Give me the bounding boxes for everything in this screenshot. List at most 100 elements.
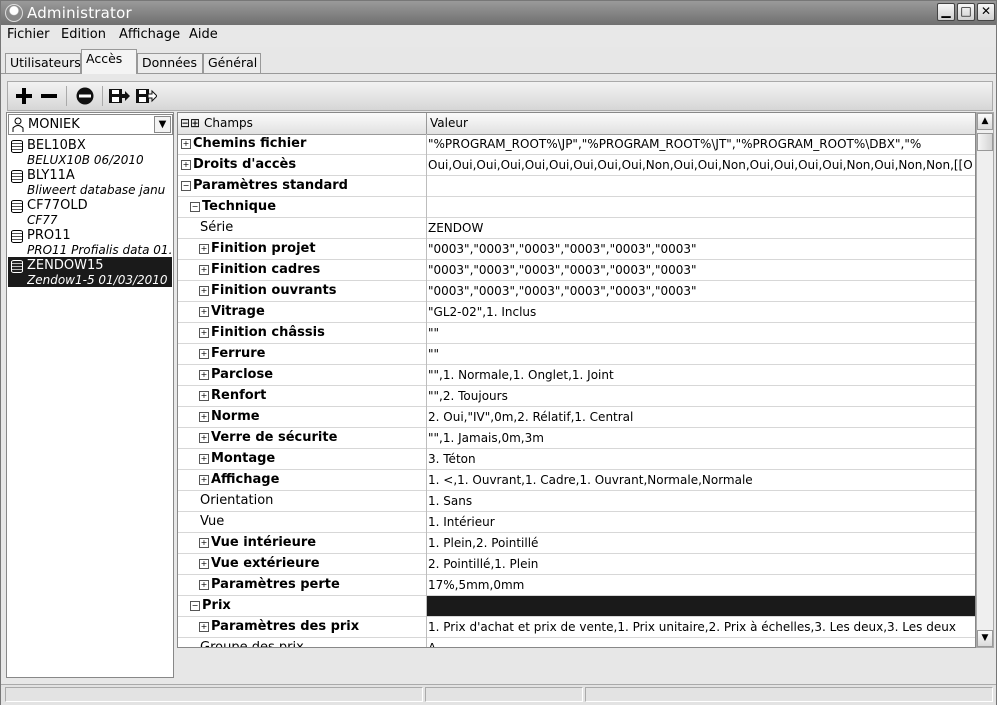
table-row[interactable]: + Finition projet "0003","0003","0003","00… <box>178 239 975 260</box>
table-row[interactable]: Vue 1. Intérieur <box>178 512 975 533</box>
expand-icon[interactable]: + <box>199 559 209 569</box>
expand-icon[interactable]: + <box>199 244 209 254</box>
table-row[interactable]: + Norme 2. Oui,"IV",0m,2. Rélatif,1. Centr… <box>178 407 975 428</box>
table-row[interactable]: Groupe des prix A <box>178 638 975 647</box>
database-item[interactable]: BLY11A Bliweert database janu <box>8 167 172 197</box>
tab-donnees[interactable]: Données <box>137 53 203 73</box>
table-row[interactable]: + Finition châssis "" <box>178 323 975 344</box>
table-row[interactable]: + Montage 3. Téton <box>178 449 975 470</box>
minimize-button[interactable]: ▁ <box>937 3 955 21</box>
table-row[interactable]: Série ZENDOW <box>178 218 975 239</box>
database-item[interactable]: PRO11 PRO11 Profialis data 01. <box>8 227 172 257</box>
value-cell[interactable]: 1. Sans <box>428 494 973 508</box>
value-cell[interactable]: "0003","0003","0003","0003","0003","0003… <box>428 284 973 298</box>
value-cell[interactable]: 2. Pointillé,1. Plein <box>428 557 973 571</box>
menu-fichier[interactable]: Fichier <box>7 27 50 42</box>
table-row[interactable]: + Verre de sécurite "",1. Jamais,0m,3m <box>178 428 975 449</box>
table-row[interactable]: Orientation 1. Sans <box>178 491 975 512</box>
remove-button[interactable] <box>38 86 60 106</box>
expand-icon[interactable]: + <box>199 412 209 422</box>
scroll-down-button[interactable]: ▼ <box>977 630 993 647</box>
scroll-up-button[interactable]: ▲ <box>977 113 993 130</box>
database-item[interactable]: CF77OLD CF77 <box>8 197 172 227</box>
tab-utilisateurs[interactable]: Utilisateurs <box>5 53 81 73</box>
expand-icon[interactable]: + <box>181 139 191 149</box>
value-cell[interactable]: "",1. Normale,1. Onglet,1. Joint <box>428 368 973 382</box>
vertical-scrollbar[interactable]: ▲ ▼ <box>976 112 994 648</box>
scroll-thumb[interactable] <box>977 133 993 151</box>
title-bar[interactable]: Administrator ▁ □ ✕ <box>1 1 996 25</box>
menu-affichage[interactable]: Affichage <box>119 27 180 42</box>
menu-aide[interactable]: Aide <box>189 27 218 42</box>
value-cell[interactable]: "0003","0003","0003","0003","0003","0003… <box>428 263 973 277</box>
value-cell[interactable]: "GL2-02",1. Inclus <box>428 305 973 319</box>
column-header-champs[interactable]: Champs <box>204 116 253 130</box>
chevron-down-icon[interactable]: ▼ <box>154 116 171 133</box>
expand-icon[interactable]: + <box>199 286 209 296</box>
table-row[interactable]: + Finition cadres "0003","0003","0003","00… <box>178 260 975 281</box>
expand-icon[interactable]: + <box>199 265 209 275</box>
expand-icon[interactable]: + <box>199 391 209 401</box>
expand-icon[interactable]: + <box>199 328 209 338</box>
table-row[interactable]: + Parclose "",1. Normale,1. Onglet,1. Join… <box>178 365 975 386</box>
tab-general[interactable]: Général <box>203 53 261 73</box>
expand-icon[interactable]: + <box>199 475 209 485</box>
selected-value-cell[interactable] <box>427 596 975 616</box>
value-cell[interactable]: "0003","0003","0003","0003","0003","0003… <box>428 242 973 256</box>
value-cell[interactable]: 1. Plein,2. Pointillé <box>428 536 973 550</box>
value-cell[interactable]: 3. Téton <box>428 452 973 466</box>
value-cell[interactable]: 1. Prix d'achat et prix de vente,1. Prix… <box>428 620 973 634</box>
table-row[interactable]: + Ferrure "" <box>178 344 975 365</box>
database-item[interactable]: BEL10BX BELUX10B 06/2010 <box>8 137 172 167</box>
expand-icon[interactable]: + <box>199 349 209 359</box>
expand-icon[interactable]: + <box>199 580 209 590</box>
database-item[interactable]: ZENDOW15 Zendow1-5 01/03/2010 <box>8 257 172 287</box>
value-cell[interactable]: "%PROGRAM_ROOT%\JP","%PROGRAM_ROOT%\JT",… <box>428 137 973 151</box>
collapse-icon[interactable]: − <box>190 202 200 212</box>
value-cell[interactable]: "",2. Toujours <box>428 389 973 403</box>
expand-icon[interactable]: + <box>199 307 209 317</box>
table-row[interactable]: + Vitrage "GL2-02",1. Inclus <box>178 302 975 323</box>
add-button[interactable] <box>13 86 35 106</box>
collapse-icon[interactable]: − <box>181 181 191 191</box>
column-divider[interactable] <box>426 113 427 134</box>
value-cell[interactable]: ZENDOW <box>428 221 973 235</box>
table-row[interactable]: + Chemins fichier "%PROGRAM_ROOT%\JP","%PR… <box>178 134 975 155</box>
delete-button[interactable] <box>74 86 96 106</box>
expand-icon[interactable]: + <box>199 370 209 380</box>
expand-collapse-icon[interactable]: ⊟⊞ <box>180 116 200 130</box>
value-cell[interactable]: "",1. Jamais,0m,3m <box>428 431 973 445</box>
expand-icon[interactable]: + <box>199 538 209 548</box>
expand-icon[interactable]: + <box>199 454 209 464</box>
table-row[interactable]: + Vue extérieure 2. Pointillé,1. Plein <box>178 554 975 575</box>
table-row[interactable]: − Technique <box>178 197 975 218</box>
maximize-button[interactable]: □ <box>957 3 975 21</box>
value-cell[interactable]: Oui,Oui,Oui,Oui,Oui,Oui,Oui,Oui,Oui,Non,… <box>428 158 973 172</box>
expand-icon[interactable]: + <box>199 433 209 443</box>
value-cell[interactable]: 1. <,1. Ouvrant,1. Cadre,1. Ouvrant,Norm… <box>428 473 973 487</box>
value-cell[interactable]: 17%,5mm,0mm <box>428 578 973 592</box>
tab-acces[interactable]: Accès <box>81 49 137 74</box>
table-row[interactable]: − Paramètres standard <box>178 176 975 197</box>
table-row[interactable]: + Finition ouvrants "0003","0003","0003","… <box>178 281 975 302</box>
user-select[interactable]: MONIEK ▼ <box>8 114 173 135</box>
table-row[interactable]: + Droits d'accès Oui,Oui,Oui,Oui,Oui,Oui,O… <box>178 155 975 176</box>
value-cell[interactable]: 1. Intérieur <box>428 515 973 529</box>
import-button[interactable] <box>135 86 158 106</box>
table-row[interactable]: + Paramètres des prix 1. Prix d'achat et p… <box>178 617 975 638</box>
menu-edition[interactable]: Edition <box>61 27 106 42</box>
value-cell[interactable]: 2. Oui,"IV",0m,2. Rélatif,1. Central <box>428 410 973 424</box>
close-button[interactable]: ✕ <box>977 3 995 21</box>
export-button[interactable] <box>108 86 130 106</box>
column-header-valeur[interactable]: Valeur <box>430 116 468 130</box>
value-cell[interactable]: "" <box>428 326 973 340</box>
table-row[interactable]: − Prix <box>178 596 975 617</box>
value-cell[interactable]: A <box>428 641 973 647</box>
expand-icon[interactable]: + <box>181 160 191 170</box>
value-cell[interactable]: "" <box>428 347 973 361</box>
table-row[interactable]: + Paramètres perte 17%,5mm,0mm <box>178 575 975 596</box>
table-row[interactable]: + Vue intérieure 1. Plein,2. Pointillé <box>178 533 975 554</box>
expand-icon[interactable]: + <box>199 622 209 632</box>
table-row[interactable]: + Affichage 1. <,1. Ouvrant,1. Cadre,1. Ou… <box>178 470 975 491</box>
table-row[interactable]: + Renfort "",2. Toujours <box>178 386 975 407</box>
